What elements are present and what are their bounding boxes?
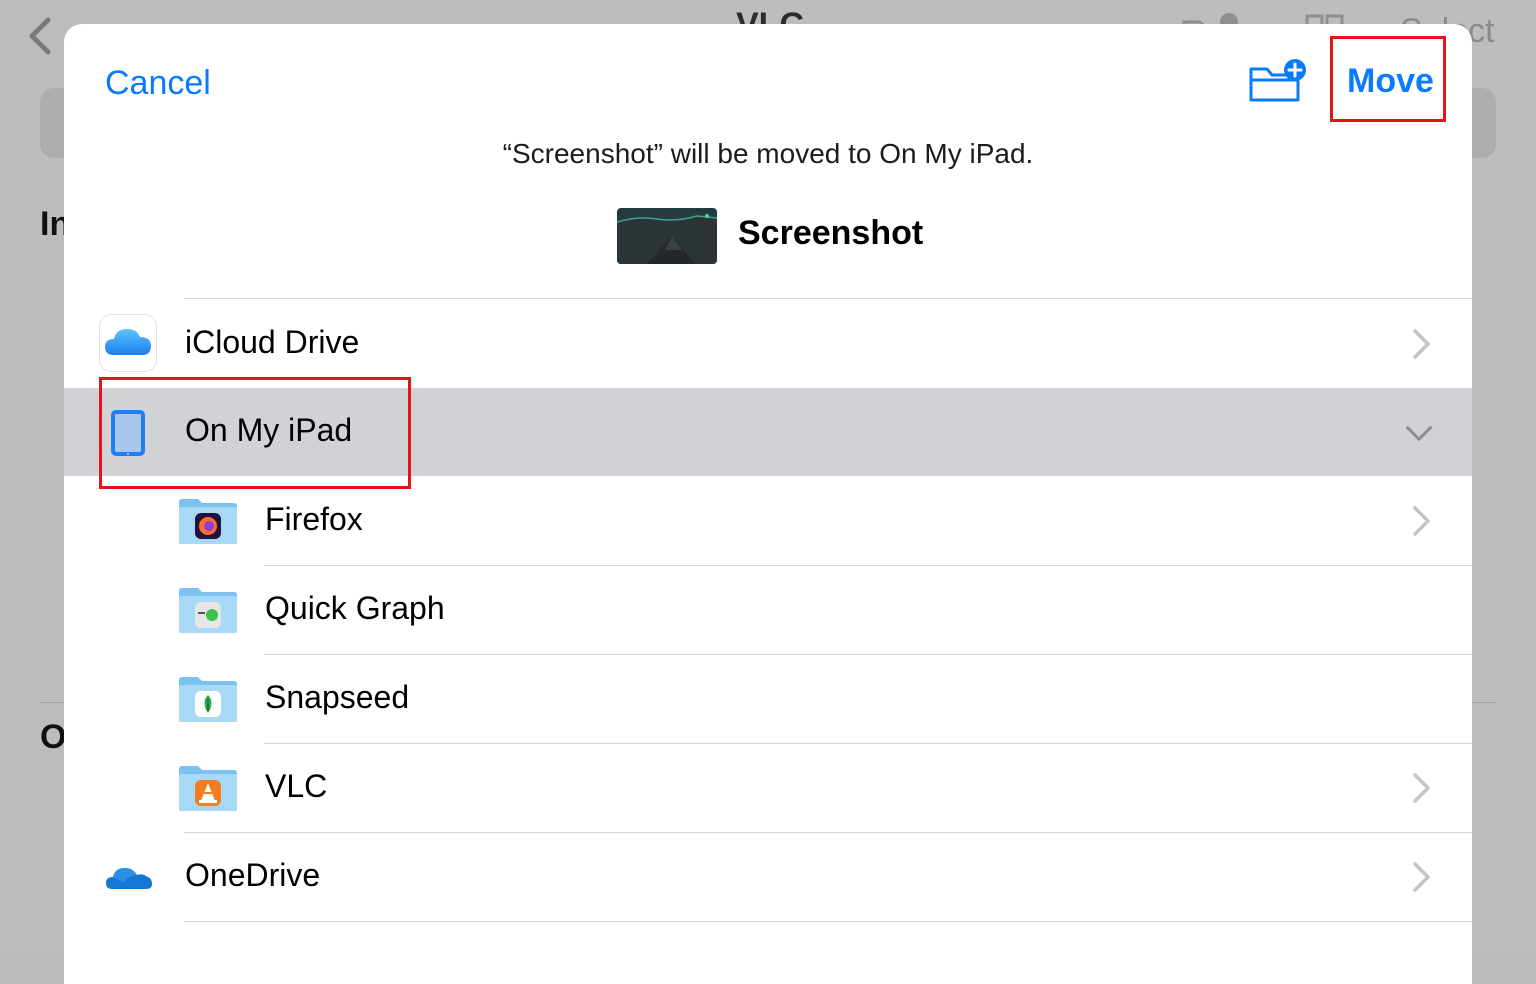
chevron-down-icon <box>1405 426 1433 441</box>
row-divider <box>184 921 1472 922</box>
background-heading: O <box>40 718 67 756</box>
firefox-folder-icon <box>179 499 237 544</box>
location-label: Quick Graph <box>265 590 445 626</box>
chevron-right-icon <box>1413 862 1430 892</box>
location-label: Firefox <box>265 501 363 537</box>
on-my-ipad-highlight <box>99 377 411 489</box>
quick-graph-folder-icon <box>179 588 237 633</box>
location-row-quick-graph[interactable]: Quick Graph <box>64 566 1472 654</box>
chevron-right-icon <box>1413 329 1430 359</box>
location-label: VLC <box>265 768 328 804</box>
location-row-firefox[interactable]: Firefox <box>64 477 1472 565</box>
move-button-highlight <box>1330 36 1446 122</box>
chevron-right-icon <box>1413 506 1430 536</box>
row-divider <box>184 298 1472 299</box>
location-row-vlc[interactable]: VLC <box>64 744 1472 832</box>
icloud-icon <box>99 314 157 372</box>
folder-plus-icon[interactable] <box>1248 58 1308 104</box>
chevron-right-icon <box>1413 773 1430 803</box>
onedrive-icon <box>106 868 152 889</box>
move-message: “Screenshot” will be moved to On My iPad… <box>502 138 1034 169</box>
item-name: Screenshot <box>738 214 924 252</box>
location-row-snapseed[interactable]: Snapseed <box>64 655 1472 743</box>
snapseed-folder-icon <box>179 677 237 722</box>
screenshot-thumbnail <box>617 208 717 264</box>
vlc-folder-icon <box>179 766 237 811</box>
back-chevron-icon <box>29 17 51 55</box>
move-sheet: Cancel Move “Screenshot” will be moved t… <box>64 24 1472 984</box>
location-row-icloud-drive[interactable]: iCloud Drive <box>64 300 1472 388</box>
location-label: OneDrive <box>185 857 321 893</box>
location-label: iCloud Drive <box>185 324 360 360</box>
cancel-button[interactable]: Cancel <box>105 64 211 103</box>
location-row-onedrive[interactable]: OneDrive <box>64 833 1472 921</box>
thumbnail-image <box>617 214 717 264</box>
location-label: Snapseed <box>265 679 410 715</box>
